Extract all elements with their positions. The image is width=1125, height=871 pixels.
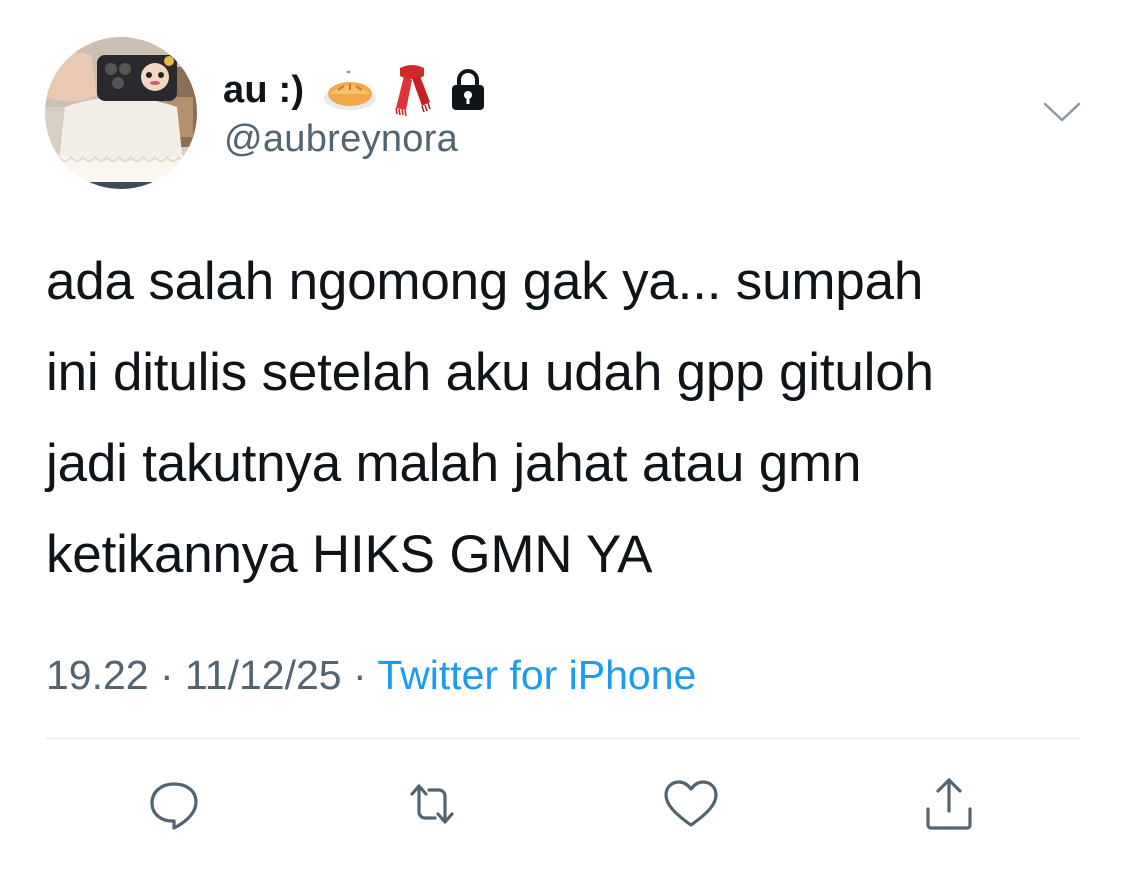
tweet-source-link[interactable]: Twitter for iPhone [377, 652, 696, 698]
tweet-date: 11/12/25 [185, 652, 342, 698]
reply-icon [150, 782, 198, 830]
display-name-row: au :) [223, 62, 488, 118]
chevron-down-icon[interactable] [1041, 98, 1083, 128]
meta-separator: · [341, 652, 378, 698]
avatar-image [45, 37, 197, 189]
divider [46, 738, 1080, 739]
like-button[interactable] [661, 774, 721, 834]
share-icon [926, 778, 972, 830]
display-name[interactable]: au :) [223, 69, 304, 112]
user-handle[interactable]: @aubreynora [224, 118, 458, 161]
reply-button[interactable] [144, 774, 204, 834]
lock-icon [448, 68, 488, 112]
heart-icon [664, 780, 718, 827]
retweet-icon [410, 784, 454, 824]
avatar[interactable] [45, 37, 197, 189]
retweet-button[interactable] [402, 774, 462, 834]
tweet-time: 19.22 [46, 652, 149, 698]
tweet-meta: 19.22 · 11/12/25 · Twitter for iPhone [46, 652, 696, 699]
scarf-icon [392, 62, 432, 118]
pie-icon [322, 68, 378, 112]
meta-separator: · [148, 652, 186, 698]
tweet-text: ada salah ngomong gak ya... sumpah ini d… [46, 252, 934, 584]
share-button[interactable] [919, 774, 979, 834]
